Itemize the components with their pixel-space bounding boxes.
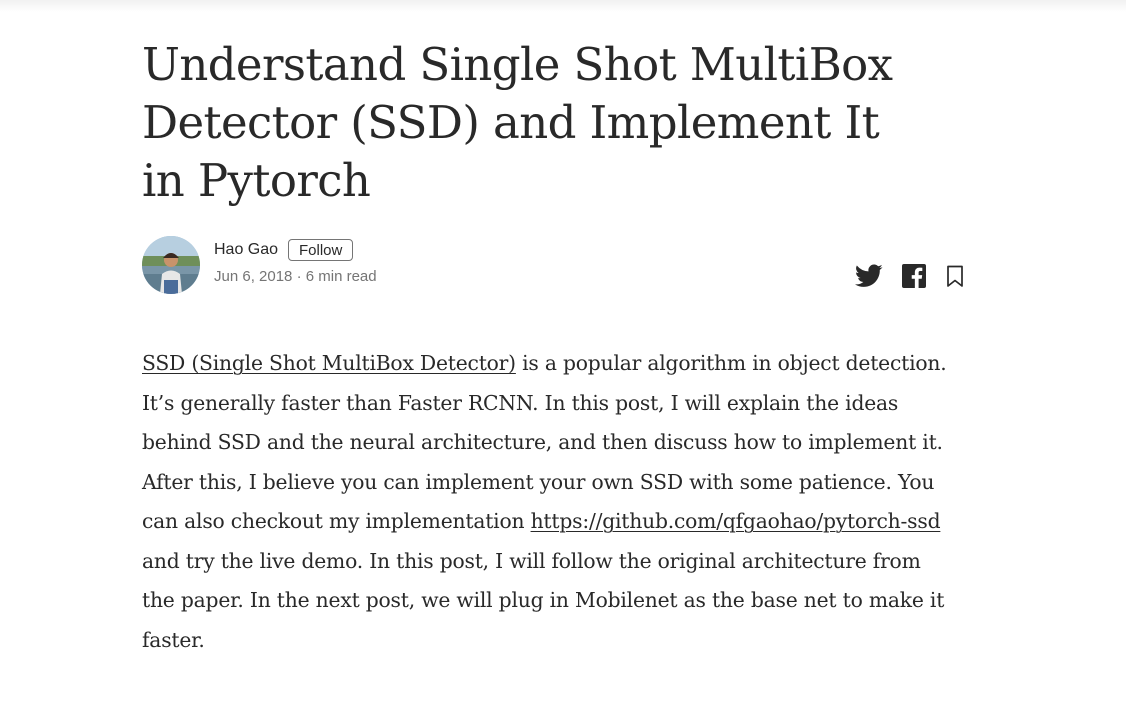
paragraph-text-1: is a popular algorithm in object detecti… <box>142 351 947 533</box>
facebook-icon[interactable] <box>902 264 926 293</box>
read-time: 6 min read <box>305 268 377 285</box>
post-date[interactable]: Jun 6, 2018 <box>214 268 292 285</box>
article-intro-paragraph: SSD (Single Shot MultiBox Detector) is a… <box>142 344 957 660</box>
bookmark-icon[interactable] <box>946 265 964 293</box>
ssd-link[interactable]: SSD (Single Shot MultiBox Detector) <box>142 351 516 375</box>
author-name[interactable]: Hao Gao <box>214 241 278 259</box>
twitter-icon[interactable] <box>855 264 883 293</box>
meta-separator: · <box>292 268 306 285</box>
article: Understand Single Shot MultiBox Detector… <box>142 36 964 652</box>
follow-button[interactable]: Follow <box>288 239 354 261</box>
byline: Hao Gao Follow Jun 6, 2018 · 6 min read <box>142 236 964 296</box>
top-shade <box>0 0 1126 12</box>
share-actions <box>855 264 964 293</box>
avatar-photo <box>142 236 200 294</box>
paragraph-text-2: and try the live demo. In this post, I w… <box>142 548 945 652</box>
article-title: Understand Single Shot MultiBox Detector… <box>142 38 893 207</box>
avatar[interactable] <box>142 236 200 294</box>
github-link[interactable]: https://github.com/qfgaohao/pytorch-ssd <box>531 509 941 533</box>
post-meta: Jun 6, 2018 · 6 min read <box>214 268 377 285</box>
